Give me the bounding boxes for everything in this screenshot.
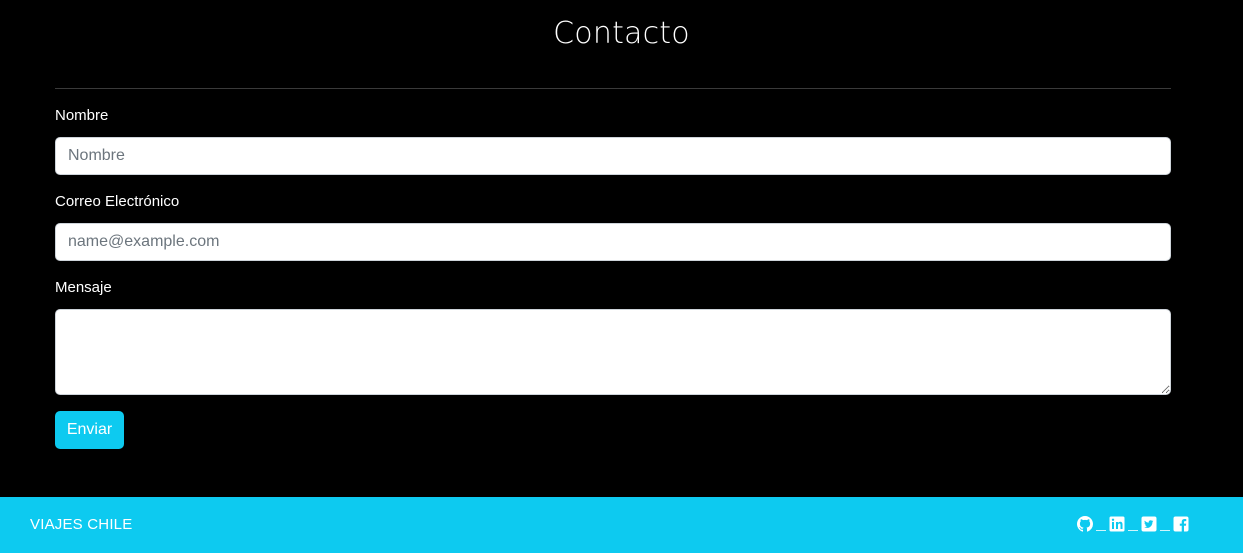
title-divider [55, 88, 1171, 89]
github-icon[interactable] [1077, 516, 1093, 532]
social-separator [1128, 530, 1138, 531]
twitter-icon[interactable] [1141, 516, 1157, 532]
footer-brand: VIAJES CHILE [30, 516, 133, 533]
footer: VIAJES CHILE [0, 497, 1243, 553]
message-textarea[interactable] [55, 309, 1171, 395]
linkedin-icon[interactable] [1109, 516, 1125, 532]
social-separator [1160, 530, 1170, 531]
email-input[interactable] [55, 223, 1171, 261]
name-input[interactable] [55, 137, 1171, 175]
page-title: Contacto [553, 16, 690, 51]
email-label: Correo Electrónico [55, 193, 180, 210]
social-links [1077, 516, 1189, 532]
social-separator [1096, 530, 1106, 531]
facebook-icon[interactable] [1173, 516, 1189, 532]
submit-button[interactable]: Enviar [55, 411, 124, 449]
message-label: Mensaje [55, 279, 112, 296]
name-label: Nombre [55, 107, 109, 124]
